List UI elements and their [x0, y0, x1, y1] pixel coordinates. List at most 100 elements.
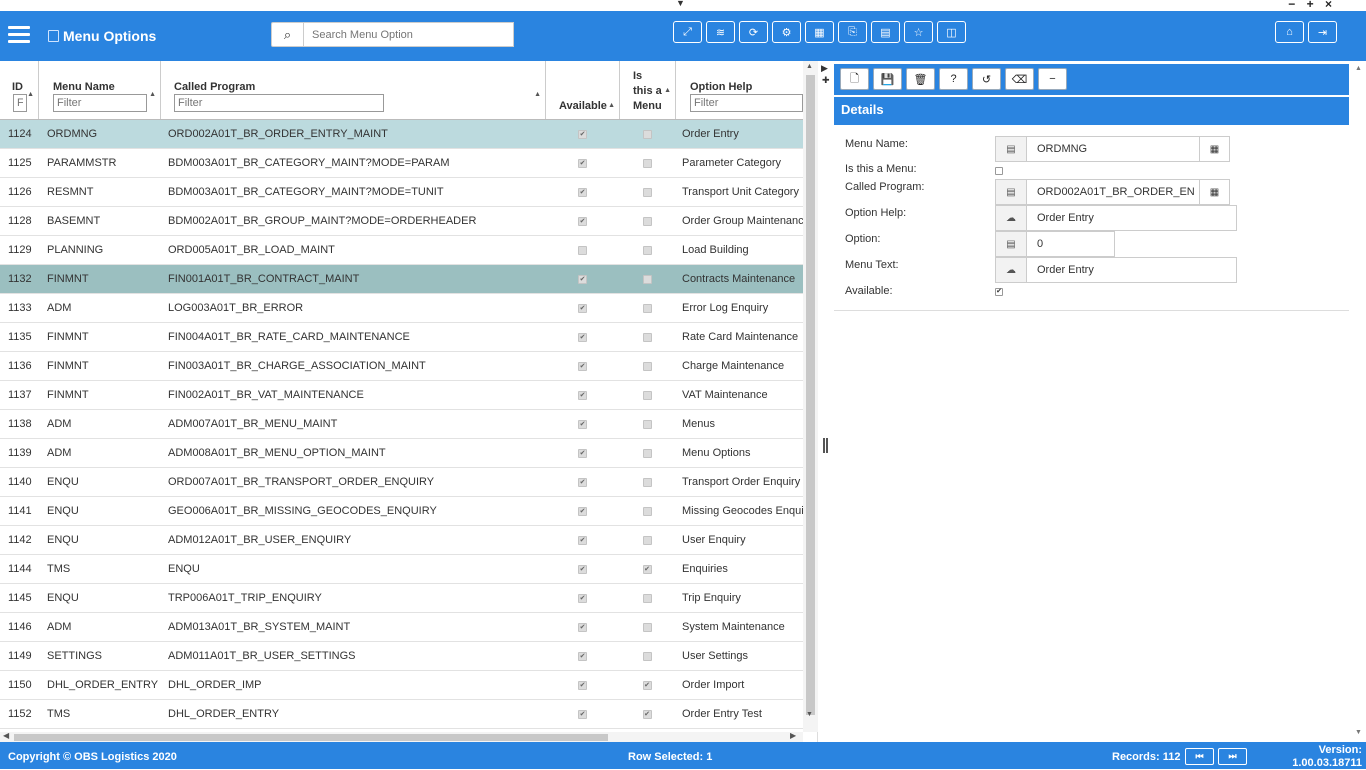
scroll-thumb[interactable] [806, 75, 815, 715]
search-input[interactable] [304, 22, 514, 47]
document-icon[interactable]: ▤ [871, 21, 900, 43]
is-menu-checkbox [642, 506, 652, 516]
table-row[interactable]: 1126 RESMNT BDM003A01T_BR_CATEGORY_MAINT?M… [0, 178, 803, 207]
database-icon[interactable]: ≋ [706, 21, 735, 43]
is-menu-checkbox [642, 419, 652, 429]
table-row[interactable]: 1152 TMS DHL_ORDER_ENTRY ✔ ✔ Order Entry Test [0, 700, 803, 729]
is-menu-checkbox[interactable] [995, 167, 1003, 175]
column-header-option-help[interactable]: Option Help [676, 61, 803, 119]
filter-called-program[interactable] [174, 94, 384, 112]
splitter-grip-icon[interactable] [823, 438, 828, 453]
first-page-icon[interactable]: ⏮ [1185, 748, 1214, 765]
table-row[interactable]: 1140 ENQU ORD007A01T_BR_TRANSPORT_ORDER_EN… [0, 468, 803, 497]
cell-id: 1142 [8, 534, 32, 546]
filter-id[interactable] [13, 94, 27, 112]
table-row[interactable]: 1135 FINMNT FIN004A01T_BR_RATE_CARD_MAINTE… [0, 323, 803, 352]
option-help-input[interactable]: Order Entry [1027, 205, 1237, 231]
cell-option-help: Order Group Maintenance [682, 215, 803, 227]
column-header-available[interactable]: Available ▲ [546, 61, 620, 119]
undo-icon[interactable]: ↺ [972, 68, 1001, 90]
last-page-icon[interactable]: ⏭ [1218, 748, 1247, 765]
table-row[interactable]: 1141 ENQU GEO006A01T_BR_MISSING_GEOCODES_E… [0, 497, 803, 526]
export-icon[interactable]: ⎘ [838, 21, 867, 43]
table-row[interactable]: 1129 PLANNING ORD005A01T_BR_LOAD_MAINT Load… [0, 236, 803, 265]
called-program-input[interactable]: ORD002A01T_BR_ORDER_EN [1027, 179, 1200, 205]
logout-icon[interactable]: ⇥ [1308, 21, 1337, 43]
eraser-icon[interactable]: ⌫ [1005, 68, 1034, 90]
dropdown-arrow-icon[interactable]: ▼ [676, 0, 685, 8]
scroll-right-icon[interactable]: ▶ [790, 731, 796, 740]
sort-icon[interactable]: ▲ [608, 102, 615, 109]
table-row[interactable]: 1149 SETTINGS ADM011A01T_BR_USER_SETTINGS ✔… [0, 642, 803, 671]
option-input[interactable]: 0 [1027, 231, 1115, 257]
is-menu-checkbox [642, 477, 652, 487]
scroll-down-icon[interactable]: ▼ [806, 711, 813, 718]
new-icon[interactable]: 🗋 [840, 68, 869, 90]
cell-menu-name: ENQU [47, 505, 79, 517]
label-option-help: Option Help: [845, 207, 907, 219]
column-header-menu-name[interactable]: Menu Name ▲ [39, 61, 161, 119]
table-row[interactable]: 1146 ADM ADM013A01T_BR_SYSTEM_MAINT ✔ System… [0, 613, 803, 642]
cell-menu-name: BASEMNT [47, 215, 101, 227]
menu-text-input[interactable]: Order Entry [1027, 257, 1237, 283]
collapse-arrow-icon[interactable]: ▶ [821, 63, 828, 74]
lookup-grid-icon[interactable]: ▦ [1200, 136, 1230, 162]
minimize-icon[interactable]: − [1038, 68, 1067, 90]
filter-option-help[interactable] [690, 94, 803, 112]
save-icon[interactable]: 💾 [873, 68, 902, 90]
table-row[interactable]: 1142 ENQU ADM012A01T_BR_USER_ENQUIRY ✔ User … [0, 526, 803, 555]
table-row[interactable]: 1137 FINMNT FIN002A01T_BR_VAT_MAINTENANCE ✔… [0, 381, 803, 410]
cell-available: ✔ [546, 477, 619, 487]
sort-icon[interactable]: ▲ [534, 91, 541, 98]
is-menu-checkbox [642, 158, 652, 168]
pin-icon[interactable]: ✚ [822, 75, 830, 86]
is-menu-checkbox [642, 651, 652, 661]
sort-icon[interactable]: ▲ [149, 91, 156, 98]
help-icon[interactable]: ? [939, 68, 968, 90]
cell-called-program: ORD005A01T_BR_LOAD_MAINT [168, 244, 335, 256]
table-row[interactable]: 1133 ADM LOG003A01T_BR_ERROR ✔ Error Log Enq… [0, 294, 803, 323]
cell-is-menu: ✔ [619, 564, 675, 574]
scroll-left-icon[interactable]: ◀ [3, 731, 9, 740]
refresh-icon[interactable]: ⟳ [739, 21, 768, 43]
panel-splitter[interactable]: ▶ ✚ [818, 61, 834, 742]
available-checkbox[interactable]: ✔ [995, 288, 1003, 296]
grid-vertical-scrollbar[interactable]: ▲ ▼ [803, 61, 818, 732]
table-row[interactable]: 1139 ADM ADM008A01T_BR_MENU_OPTION_MAINT ✔ M… [0, 439, 803, 468]
expand-icon[interactable]: ⤢ [673, 21, 702, 43]
grid-icon[interactable]: ▦ [805, 21, 834, 43]
table-row[interactable]: 1128 BASEMNT BDM002A01T_BR_GROUP_MAINT?MOD… [0, 207, 803, 236]
table-row[interactable]: 1132 FINMNT FIN001A01T_BR_CONTRACT_MAINT ✔ C… [0, 265, 803, 294]
column-header-id[interactable]: ID ▲ [0, 61, 39, 119]
home-icon[interactable]: ⌂ [1275, 21, 1304, 43]
table-row[interactable]: 1136 FINMNT FIN003A01T_BR_CHARGE_ASSOCIATI… [0, 352, 803, 381]
table-row[interactable]: 1124 ORDMNG ORD002A01T_BR_ORDER_ENTRY_MAIN… [0, 120, 803, 149]
table-row[interactable]: 1125 PARAMMSTR BDM003A01T_BR_CATEGORY_MAIN… [0, 149, 803, 178]
details-vertical-scrollbar[interactable]: ▲ ▼ [1351, 61, 1366, 742]
grid-horizontal-scrollbar[interactable]: ◀ ▶ [0, 731, 803, 742]
menu-name-input[interactable]: ORDMNG [1027, 136, 1200, 162]
settings-icon[interactable]: ⚙ [772, 21, 801, 43]
columns-icon[interactable]: ◫ [937, 21, 966, 43]
table-row[interactable]: 1150 DHL_ORDER_ENTRY DHL_ORDER_IMP ✔ ✔ Order … [0, 671, 803, 700]
star-icon[interactable]: ☆ [904, 21, 933, 43]
column-header-is-menu[interactable]: Is this a Menu ▲ [620, 61, 676, 119]
scroll-up-icon[interactable]: ▲ [1355, 65, 1362, 72]
table-row[interactable]: 1144 TMS ENQU ✔ ✔ Enquiries [0, 555, 803, 584]
sort-icon[interactable]: ▲ [664, 87, 671, 94]
sort-icon[interactable]: ▲ [27, 91, 34, 98]
search-icon[interactable]: ⌕ [271, 22, 304, 47]
table-row[interactable]: 1138 ADM ADM007A01T_BR_MENU_MAINT ✔ Menus [0, 410, 803, 439]
column-header-called-program[interactable]: Called Program ▲ [161, 61, 546, 119]
cell-menu-name: TMS [47, 708, 71, 720]
scroll-up-icon[interactable]: ▲ [806, 63, 813, 70]
cell-id: 1145 [8, 592, 32, 604]
delete-icon[interactable]: 🗑 [906, 68, 935, 90]
filter-menu-name[interactable] [53, 94, 147, 112]
hamburger-menu-icon[interactable] [8, 26, 30, 44]
scroll-thumb[interactable] [14, 734, 608, 741]
lookup-grid-icon[interactable]: ▦ [1200, 179, 1230, 205]
table-row[interactable]: 1145 ENQU TRP006A01T_TRIP_ENQUIRY ✔ Trip Enq… [0, 584, 803, 613]
window-controls[interactable]: − + × [1288, 0, 1336, 11]
scroll-down-icon[interactable]: ▼ [1355, 729, 1362, 736]
